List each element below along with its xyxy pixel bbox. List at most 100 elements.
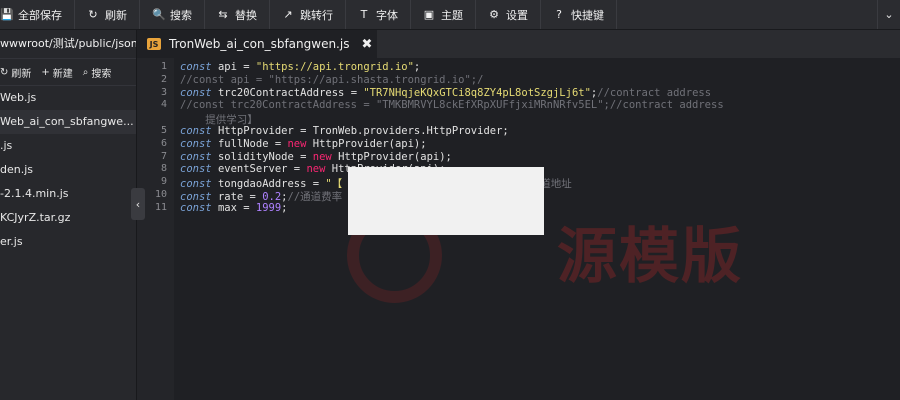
line-number: 6 (160, 137, 167, 149)
toolbar-button-refresh[interactable]: ↻ 刷新 (75, 0, 140, 29)
theme-icon: ▣ (423, 8, 435, 21)
code-token: const (180, 137, 218, 150)
collapse-toolbar-button[interactable]: ⌄ (877, 0, 900, 29)
redaction-box (348, 167, 544, 235)
toolbar-button-label: 设置 (506, 8, 528, 22)
line-number: 3 (160, 86, 167, 98)
code-token: //const trc20ContractAddress = "TMKBMRVY… (180, 99, 724, 112)
file-list-item[interactable]: -2.1.4.min.js (0, 182, 136, 206)
toolbar-buttons: 💾 全部保存 ↻ 刷新 🔍 搜索 ⇆ 替换 ↗ 跳转行 T 字体 ▣ 主题 ⚙ 设置? 快捷键 (0, 0, 617, 29)
chevron-left-icon: ‹ (135, 197, 141, 211)
code-token: api = (217, 61, 256, 73)
code-token: //contract address (597, 86, 712, 99)
code-token: const (180, 86, 218, 99)
settings-gear-icon: ⚙ (489, 8, 499, 21)
line-number: 9 (160, 176, 167, 188)
code-token: const (180, 125, 218, 137)
code-token: 1999 (255, 201, 282, 214)
code-token: HttpProvider = TronWeb.providers.HttpPro… (217, 125, 509, 137)
toolbar-button-goto-line[interactable]: ↗ 跳转行 (270, 0, 346, 29)
code-token: "TR7NHqjeKQxGTCi8q8ZY4pL8otSzgjLj6t" (363, 86, 591, 99)
refresh-icon: ↻ (0, 66, 9, 78)
sidebar-action-label: 刷新 (11, 68, 32, 80)
code-token: solidityNode = (217, 150, 313, 163)
code-token: eventServer = (217, 163, 307, 176)
code-token: new (287, 137, 313, 150)
code-token: //通道费率 (287, 191, 343, 203)
search-icon: 🔍 (152, 8, 166, 21)
line-number: 8 (160, 163, 167, 175)
replace-icon: ⇆ (218, 8, 228, 21)
file-list-item[interactable]: Web_ai_con_sbfangwe... (0, 110, 136, 134)
toolbar-button-theme[interactable]: ▣ 主题 (411, 0, 476, 29)
line-number: 4 (160, 99, 167, 111)
line-number: 5 (160, 125, 167, 136)
toolbar-button-help-circle[interactable]: ? 快捷键 (541, 0, 617, 29)
code-line[interactable]: const solidityNode = new HttpProvider(ap… (180, 151, 452, 163)
code-line[interactable]: const HttpProvider = TronWeb.providers.H… (180, 125, 509, 137)
code-token: const (180, 150, 218, 163)
sidebar-toggle-button[interactable]: ‹ (131, 188, 145, 220)
code-token: HttpProvider(api); (338, 150, 452, 163)
code-line[interactable]: const api = "https://api.trongrid.io"; (180, 61, 420, 73)
watermark-text: 源模版 (557, 222, 743, 292)
sidebar-actions: ↻ 刷新 + 新建 ⌕ 搜索 (0, 59, 136, 86)
tab-title: TronWeb_ai_con_sbfangwen.js (169, 37, 350, 51)
code-token: new (312, 150, 339, 163)
code-line[interactable]: const fullNode = new HttpProvider(api); (180, 138, 427, 150)
file-list-item[interactable]: den.js (0, 158, 136, 182)
toolbar-button-label: 快捷键 (571, 8, 604, 22)
code-line[interactable]: const max = 1999; (180, 202, 288, 214)
close-icon[interactable]: ✖ (361, 37, 372, 52)
tab-active-file[interactable]: JS TronWeb_ai_con_sbfangwen.js ✖ (137, 30, 377, 58)
toolbar-button-label: 全部保存 (18, 8, 62, 22)
toolbar-button-font[interactable]: T 字体 (346, 0, 411, 29)
font-icon: T (360, 8, 368, 21)
goto-line-icon: ↗ (283, 8, 293, 21)
code-line[interactable]: //const api = "https://api.shasta.trongr… (180, 74, 483, 86)
code-token: ; (281, 201, 288, 214)
file-list-item[interactable]: er.js (0, 230, 136, 254)
code-token: const (180, 201, 218, 214)
toolbar-button-label: 替换 (235, 8, 257, 22)
code-token: fullNode = (217, 137, 288, 150)
sidebar-action-label: 新建 (52, 68, 73, 80)
toolbar-button-label: 跳转行 (300, 8, 333, 22)
file-sidebar: wwwroot/测试/public/jsons ↻ 刷新 + 新建 ⌕ 搜索 Web.js… (0, 30, 137, 400)
plus-icon: + (41, 66, 50, 78)
chevron-down-icon: ⌄ (884, 8, 894, 21)
sidebar-search-button[interactable]: ⌕ 搜索 (83, 65, 112, 80)
refresh-icon: ↻ (88, 8, 98, 21)
toolbar-button-search[interactable]: 🔍 搜索 (140, 0, 205, 29)
toolbar-button-save[interactable]: 💾 全部保存 (0, 0, 75, 29)
toolbar-button-replace[interactable]: ⇆ 替换 (205, 0, 270, 29)
code-line[interactable]: const trc20ContractAddress = "TR7NHqjeKQ… (180, 87, 711, 99)
top-toolbar: 💾 全部保存 ↻ 刷新 🔍 搜索 ⇆ 替换 ↗ 跳转行 T 字体 ▣ 主题 ⚙ 设置? 快捷键 ⌄ (0, 0, 900, 30)
sidebar-refresh-button[interactable]: ↻ 刷新 (0, 65, 31, 80)
toolbar-button-label: 搜索 (170, 8, 192, 22)
file-list-item[interactable]: KCJyrZ.tar.gz (0, 206, 136, 230)
line-number: 7 (160, 150, 167, 162)
help-circle-icon: ? (556, 8, 562, 21)
toolbar-button-label: 主题 (441, 8, 463, 22)
sidebar-plus-button[interactable]: + 新建 (41, 65, 72, 80)
code-token: ; (413, 61, 421, 73)
file-list-item[interactable]: Web.js (0, 86, 136, 110)
sidebar-action-label: 搜索 (91, 68, 112, 80)
toolbar-button-label: 字体 (376, 8, 398, 22)
editor-tabbar: JS TronWeb_ai_con_sbfangwen.js ✖ (137, 30, 900, 58)
file-list-item[interactable]: .js (0, 134, 136, 158)
code-token: //const api = "https://api.shasta.trongr… (180, 73, 484, 86)
code-token: "https://api.trongrid.io" (255, 61, 414, 73)
code-token: HttpProvider(api); (312, 137, 427, 150)
save-icon: 💾 (0, 8, 14, 21)
toolbar-button-settings-gear[interactable]: ⚙ 设置 (476, 0, 541, 29)
file-list: Web.js Web_ai_con_sbfangwe... .js den.js -2.… (0, 86, 136, 254)
code-token: trc20ContractAddress = (217, 86, 364, 99)
line-number-gutter: 1 2 3 4 5 6 7 8 9 10 11 (137, 58, 174, 400)
current-directory-path: wwwroot/测试/public/jsons (0, 30, 136, 59)
code-token: max = (217, 201, 256, 214)
code-token: const (180, 61, 218, 73)
code-token: const (180, 163, 218, 176)
code-line[interactable]: //const trc20ContractAddress = "TMKBMRVY… (180, 99, 724, 111)
